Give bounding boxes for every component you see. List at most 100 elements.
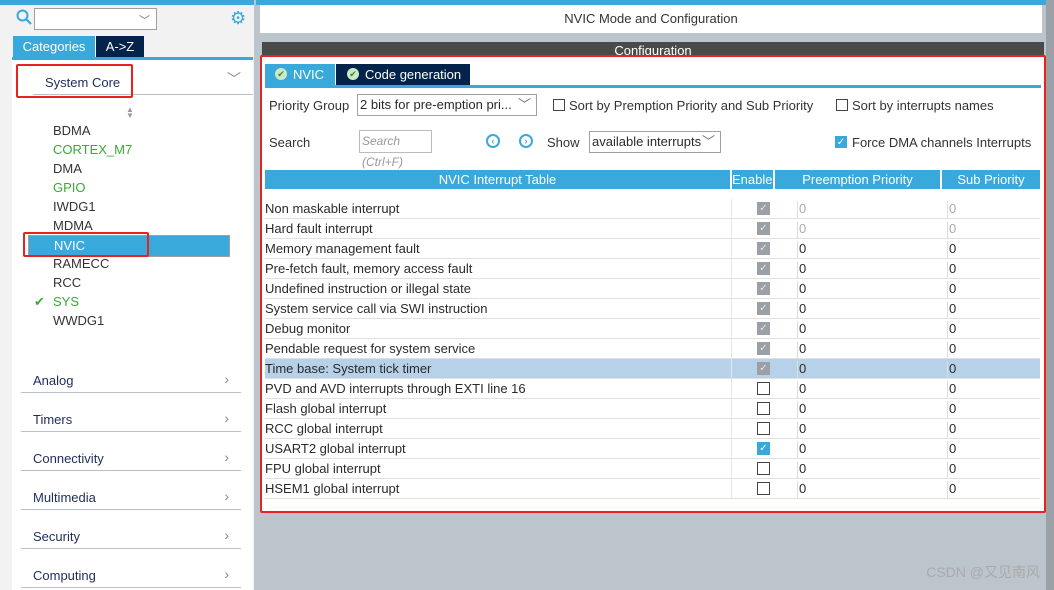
sidebar-item-gpio[interactable]: GPIO (53, 178, 86, 197)
table-row[interactable]: Time base: System tick timer ✓ 0 0 (265, 359, 1040, 379)
table-row[interactable]: USART2 global interrupt ✓ 0 0 (265, 439, 1040, 459)
enabled-checkbox[interactable] (757, 402, 770, 415)
column-header-sub[interactable]: Sub Priority (942, 170, 1040, 189)
sub-priority-cell[interactable]: 0 (947, 241, 956, 259)
category-analog[interactable]: Analog › (21, 369, 241, 393)
sub-priority-cell[interactable]: 0 (947, 441, 956, 459)
table-row[interactable]: Pre-fetch fault, memory access fault ✓ 0 0 (265, 259, 1040, 279)
preemption-priority-cell[interactable]: 0 (797, 381, 947, 399)
sidebar-item-wwdg1[interactable]: WWDG1 (53, 311, 104, 330)
enabled-checkbox[interactable]: ✓ (757, 262, 770, 275)
preemption-priority-cell[interactable]: 0 (797, 201, 947, 219)
sub-priority-cell[interactable]: 0 (947, 481, 956, 499)
enabled-checkbox[interactable]: ✓ (757, 302, 770, 315)
sidebar-item-iwdg1[interactable]: IWDG1 (53, 197, 96, 216)
column-header-enabled[interactable]: Enabled (732, 170, 780, 189)
table-row[interactable]: HSEM1 global interrupt 0 0 (265, 479, 1040, 499)
enabled-checkbox[interactable] (757, 482, 770, 495)
enabled-checkbox[interactable]: ✓ (757, 202, 770, 215)
sidebar-item-ramecc[interactable]: RAMECC (53, 254, 109, 273)
sub-priority-cell[interactable]: 0 (947, 421, 956, 439)
enabled-checkbox[interactable]: ✓ (757, 322, 770, 335)
gear-icon[interactable]: ⚙ (230, 9, 246, 27)
show-select[interactable]: available interrupts ﹀ (589, 131, 721, 153)
column-header-preemption[interactable]: Preemption Priority (775, 170, 940, 189)
category-timers[interactable]: Timers › (21, 408, 241, 432)
sort-arrows-icon[interactable]: ▲ ▼ (126, 106, 134, 120)
sidebar-item-label: MDMA (53, 218, 93, 233)
preemption-priority-cell[interactable]: 0 (797, 401, 947, 419)
chevron-right-icon: › (224, 527, 229, 543)
category-security[interactable]: Security › (21, 525, 241, 549)
table-row[interactable]: RCC global interrupt 0 0 (265, 419, 1040, 439)
preemption-priority-cell[interactable]: 0 (797, 241, 947, 259)
preemption-priority-cell[interactable]: 0 (797, 361, 947, 379)
preemption-priority-cell[interactable]: 0 (797, 301, 947, 319)
table-row[interactable]: Hard fault interrupt ✓ 0 0 (265, 219, 1040, 239)
table-row[interactable]: FPU global interrupt 0 0 (265, 459, 1040, 479)
sidebar-item-mdma[interactable]: MDMA (53, 216, 93, 235)
enabled-checkbox[interactable] (757, 422, 770, 435)
table-row[interactable]: Debug monitor ✓ 0 0 (265, 319, 1040, 339)
sort-names-checkbox[interactable] (836, 99, 848, 111)
preemption-priority-cell[interactable]: 0 (797, 281, 947, 299)
preemption-priority-cell[interactable]: 0 (797, 421, 947, 439)
category-multimedia[interactable]: Multimedia › (21, 486, 241, 510)
sidebar-item-sys[interactable]: ✔ SYS (34, 292, 79, 311)
tab-a-z[interactable]: A->Z (96, 36, 144, 57)
sub-priority-cell[interactable]: 0 (947, 401, 956, 419)
preemption-priority-cell[interactable]: 0 (797, 461, 947, 479)
sidebar-item-cortex_m7[interactable]: CORTEX_M7 (53, 140, 132, 159)
force-dma-checkbox[interactable]: ✓ (835, 136, 847, 148)
preemption-priority-cell[interactable]: 0 (797, 441, 947, 459)
sub-priority-cell[interactable]: 0 (947, 261, 956, 279)
priority-group-select[interactable]: 2 bits for pre-emption pri... ﹀ (357, 94, 537, 116)
sub-priority-cell[interactable]: 0 (947, 341, 956, 359)
sub-priority-cell[interactable]: 0 (947, 221, 956, 239)
tab-nvic[interactable]: ✔ NVIC (265, 64, 335, 85)
enabled-checkbox[interactable]: ✓ (757, 242, 770, 255)
category-system-core[interactable]: System Core ﹀ (33, 71, 253, 95)
tab-code-generation[interactable]: ✔ Code generation (336, 64, 470, 85)
enabled-checkbox[interactable]: ✓ (757, 362, 770, 375)
enabled-checkbox[interactable] (757, 462, 770, 475)
sidebar-item-dma[interactable]: DMA (53, 159, 82, 178)
enabled-checkbox[interactable]: ✓ (757, 442, 770, 455)
next-icon[interactable]: › (519, 134, 533, 148)
sort-premption-checkbox[interactable] (553, 99, 565, 111)
preemption-priority-cell[interactable]: 0 (797, 261, 947, 279)
preemption-priority-cell[interactable]: 0 (797, 341, 947, 359)
preemption-priority-cell[interactable]: 0 (797, 221, 947, 239)
table-row[interactable]: System service call via SWI instruction ✓… (265, 299, 1040, 319)
preemption-priority-cell[interactable]: 0 (797, 481, 947, 499)
sub-priority-cell[interactable]: 0 (947, 301, 956, 319)
sub-priority-cell[interactable]: 0 (947, 461, 956, 479)
sub-priority-cell[interactable]: 0 (947, 201, 956, 219)
category-computing[interactable]: Computing › (21, 564, 241, 588)
enabled-checkbox[interactable] (757, 382, 770, 395)
scrollbar[interactable] (1046, 0, 1054, 590)
sidebar-item-rcc[interactable]: RCC (53, 273, 81, 292)
previous-icon[interactable]: ‹ (486, 134, 500, 148)
table-row[interactable]: Non maskable interrupt ✓ 0 0 (265, 199, 1040, 219)
table-row[interactable]: Memory management fault ✓ 0 0 (265, 239, 1040, 259)
category-connectivity[interactable]: Connectivity › (21, 447, 241, 471)
table-row[interactable]: Flash global interrupt 0 0 (265, 399, 1040, 419)
sub-priority-cell[interactable]: 0 (947, 281, 956, 299)
table-row[interactable]: PVD and AVD interrupts through EXTI line… (265, 379, 1040, 399)
sub-priority-cell[interactable]: 0 (947, 321, 956, 339)
column-header-name[interactable]: NVIC Interrupt Table (265, 170, 730, 189)
sub-priority-cell[interactable]: 0 (947, 381, 956, 399)
table-row[interactable]: Pendable request for system service ✓ 0 0 (265, 339, 1040, 359)
tab-categories[interactable]: Categories (13, 36, 95, 57)
sidebar-search-combo[interactable]: ﹀ (34, 8, 157, 30)
enabled-checkbox[interactable]: ✓ (757, 222, 770, 235)
sub-priority-cell[interactable]: 0 (947, 361, 956, 379)
enabled-checkbox[interactable]: ✓ (757, 342, 770, 355)
enabled-checkbox[interactable]: ✓ (757, 282, 770, 295)
search-input[interactable]: Search (Ctrl+F) (359, 130, 432, 169)
table-row[interactable]: Undefined instruction or illegal state ✓ 0… (265, 279, 1040, 299)
preemption-priority-cell[interactable]: 0 (797, 321, 947, 339)
search-icon[interactable] (16, 9, 32, 25)
sidebar-item-bdma[interactable]: BDMA (53, 121, 91, 140)
